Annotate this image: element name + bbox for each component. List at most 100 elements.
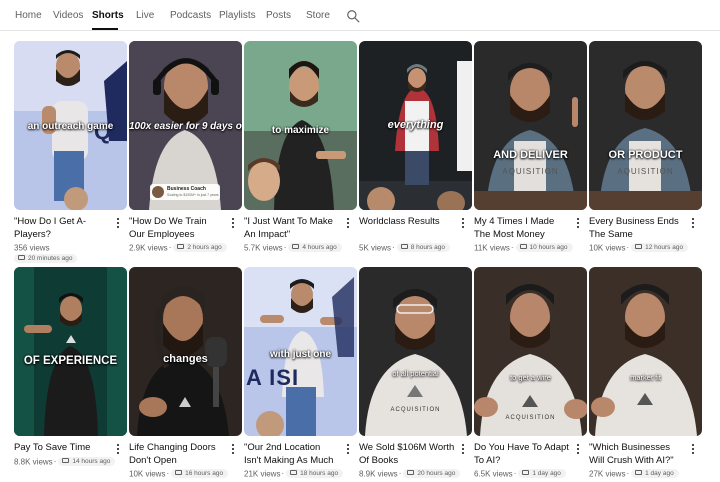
short-title[interactable]: Worldclass Results <box>359 216 455 241</box>
tag-icon <box>18 255 25 261</box>
time-chip: 4 hours ago <box>288 243 342 253</box>
more-options-icon[interactable] <box>230 218 236 230</box>
short-caption: with just one <box>269 349 332 360</box>
short-title[interactable]: Life Changing Doors Don't Open Themselve… <box>129 442 225 467</box>
short-thumbnail[interactable]: changes <box>129 267 242 436</box>
time-chip: 1 day ago <box>518 469 566 479</box>
tab-videos[interactable]: Videos <box>53 10 83 21</box>
tag-icon <box>519 244 527 250</box>
more-options-icon[interactable] <box>690 218 696 230</box>
view-count: 11K views <box>474 243 510 253</box>
short-title[interactable]: Do You Have To Adapt To AI? <box>474 442 570 467</box>
short-title[interactable]: Pay To Save Time <box>14 442 110 455</box>
tag-icon <box>177 244 185 250</box>
short-thumbnail[interactable]: everything <box>359 41 472 210</box>
short-caption: of all potential <box>392 369 439 378</box>
short-title[interactable]: Every Business Ends The Same <box>589 216 685 241</box>
tag-icon <box>407 470 415 476</box>
more-options-icon[interactable] <box>115 444 121 456</box>
short-thumbnail[interactable]: to get a wire ACQUISITION <box>474 267 587 436</box>
tag-icon <box>292 244 300 250</box>
short-title[interactable]: "How Do We Train Our Employees Faster?" <box>129 216 225 241</box>
more-options-icon[interactable] <box>115 218 121 230</box>
short-title[interactable]: "I Just Want To Make An Impact" <box>244 216 340 241</box>
view-count: 5.7K views <box>244 243 283 253</box>
short-thumbnail[interactable]: OF EXPERIENCE <box>14 267 127 436</box>
tag-icon <box>635 244 643 250</box>
more-options-icon[interactable] <box>345 218 351 230</box>
short-thumbnail[interactable]: AND DELIVER AQUISITION <box>474 41 587 210</box>
more-options-icon[interactable] <box>690 444 696 456</box>
tab-podcasts[interactable]: Podcasts <box>170 10 211 21</box>
avatar <box>152 186 164 198</box>
time-chip: 2 hours ago <box>173 243 227 253</box>
time-chip: 12 hours ago <box>631 243 689 253</box>
short-title[interactable]: My 4 Times I Made The Most Money <box>474 216 570 241</box>
time-chip: 20 hours ago <box>403 469 461 479</box>
more-options-icon[interactable] <box>575 218 581 230</box>
view-count: 8.8K views <box>14 456 53 466</box>
short-caption: OF EXPERIENCE <box>23 355 118 367</box>
brand-watermark: ACQUISITION <box>390 407 441 413</box>
view-count: 8.9K views <box>359 469 398 479</box>
coach-overlay-card: Business Coach Scaling to $100M+ in just… <box>150 184 220 200</box>
view-count: 10K views <box>129 469 166 479</box>
more-options-icon[interactable] <box>230 444 236 456</box>
short-title[interactable]: "Our 2nd Location Isn't Making As Much .… <box>244 442 340 467</box>
tab-store[interactable]: Store <box>306 10 330 21</box>
brand-watermark: A ISI <box>246 365 300 390</box>
brand-watermark: AQUISITION <box>617 167 674 176</box>
short-thumbnail[interactable]: to maximize <box>244 41 357 210</box>
tag-icon <box>290 470 298 476</box>
search-icon[interactable] <box>346 9 360 23</box>
tag-icon <box>400 244 408 250</box>
view-count: 27K views <box>589 469 626 479</box>
short-caption: changes <box>163 353 208 365</box>
view-count: 6.5K views <box>474 469 513 479</box>
short-title[interactable]: "How Do I Get A-Players? <box>14 216 110 241</box>
short-title[interactable]: We Sold $106M Worth Of Books <box>359 442 455 467</box>
time-chip: 20 minutes ago <box>14 254 78 264</box>
time-chip: 10 hours ago <box>515 243 573 253</box>
channel-tab-bar: Home Videos Shorts Live Podcasts Playlis… <box>0 0 720 31</box>
short-caption: everything <box>387 119 444 131</box>
more-options-icon[interactable] <box>460 218 466 230</box>
short-caption: OR PRODUCT <box>608 149 683 161</box>
tab-live[interactable]: Live <box>136 10 154 21</box>
time-chip: 18 hours ago <box>286 469 344 479</box>
tab-playlists[interactable]: Playlists <box>219 10 256 21</box>
tag-icon <box>522 470 530 476</box>
brand-watermark: ACQUISITION <box>505 415 556 421</box>
brand-watermark: AQUISITION <box>502 167 559 176</box>
tab-shorts[interactable]: Shorts <box>92 10 124 21</box>
short-thumbnail[interactable]: of all potential ACQUISITION <box>359 267 472 436</box>
short-caption: to maximize <box>271 125 330 136</box>
tag-icon <box>175 470 183 476</box>
view-count: 21K views <box>244 469 281 479</box>
short-thumbnail[interactable]: 100x easier for 9 days of work Business … <box>129 41 242 210</box>
view-count: 5K views <box>359 243 392 253</box>
view-count: 2.9K views <box>129 243 168 253</box>
time-chip: 1 day ago <box>631 469 679 479</box>
short-thumbnail[interactable]: OR PRODUCT AQUISITION <box>589 41 702 210</box>
overlay-subtitle: Scaling to $100M+ in just 7 years <box>167 193 219 197</box>
more-options-icon[interactable] <box>460 444 466 456</box>
short-caption: an outreach game <box>27 121 114 132</box>
tag-icon <box>62 457 70 463</box>
tab-home[interactable]: Home <box>15 10 42 21</box>
short-thumbnail[interactable]: market fit <box>589 267 702 436</box>
tab-posts[interactable]: Posts <box>266 10 291 21</box>
view-count: 356 views <box>14 243 50 253</box>
short-caption: 100x easier for 9 days of work <box>129 121 242 132</box>
time-chip: 14 hours ago <box>58 456 116 466</box>
short-thumbnail[interactable]: A ISI with just one <box>244 267 357 436</box>
view-count: 10K views <box>589 243 626 253</box>
short-title[interactable]: "Which Businesses Will Crush With AI?" <box>589 442 685 467</box>
time-chip: 16 hours ago <box>171 469 229 479</box>
short-thumbnail[interactable]: QUI an outreach game <box>14 41 127 210</box>
more-options-icon[interactable] <box>345 444 351 456</box>
more-options-icon[interactable] <box>575 444 581 456</box>
tag-icon <box>635 470 643 476</box>
short-caption: AND DELIVER <box>493 149 568 161</box>
overlay-name: Business Coach <box>167 186 206 192</box>
